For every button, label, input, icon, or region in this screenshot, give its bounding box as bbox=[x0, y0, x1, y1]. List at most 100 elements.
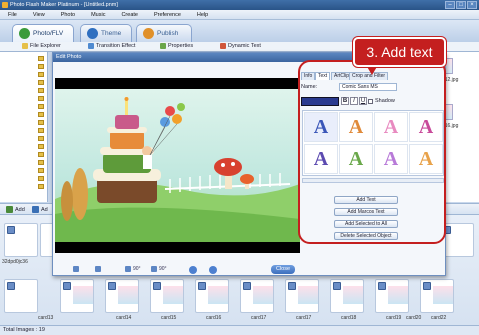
menu-create[interactable]: Create bbox=[113, 12, 146, 18]
label: File Explorer bbox=[30, 43, 61, 49]
tab-publish[interactable]: Publish bbox=[136, 24, 192, 42]
slide-label: card19 bbox=[386, 315, 402, 321]
folder-icon[interactable] bbox=[38, 144, 44, 149]
folder-icon[interactable] bbox=[38, 168, 44, 173]
label: Add bbox=[15, 206, 25, 213]
tab-label: Photo/FLV bbox=[33, 30, 64, 37]
slide-label: card20 bbox=[406, 315, 422, 321]
add-folder-icon bbox=[32, 206, 39, 213]
folder-icon[interactable] bbox=[38, 56, 44, 61]
slide-thumbnail bbox=[388, 286, 408, 304]
slide-cell[interactable] bbox=[195, 279, 229, 313]
slide-cell[interactable] bbox=[4, 279, 38, 313]
folder-icon[interactable] bbox=[38, 120, 44, 125]
folder-icon[interactable] bbox=[38, 104, 44, 109]
slide-type-icon bbox=[63, 282, 71, 290]
slide-cell[interactable] bbox=[420, 279, 454, 313]
close-icon[interactable]: × bbox=[467, 1, 477, 9]
label: 90° bbox=[133, 266, 141, 272]
slide-thumbnail bbox=[253, 286, 273, 304]
folder-icon[interactable] bbox=[38, 88, 44, 93]
slide-cell[interactable] bbox=[150, 279, 184, 313]
add-more-button[interactable]: Ad bbox=[32, 206, 48, 213]
next-button[interactable] bbox=[209, 266, 217, 274]
folder-icon[interactable] bbox=[38, 112, 44, 117]
slide-type-icon bbox=[423, 282, 431, 290]
photo-canvas[interactable] bbox=[55, 78, 300, 253]
folder-icon[interactable] bbox=[38, 176, 44, 181]
slide-type-icon bbox=[198, 282, 206, 290]
text-icon bbox=[220, 43, 226, 49]
folder-icon[interactable] bbox=[38, 96, 44, 101]
menu-bar: File View Photo Music Create Preference … bbox=[0, 10, 479, 20]
flip-vertical-icon bbox=[95, 266, 101, 272]
filmstrip-row-2: card13 card14 card15 card16 card17 card1… bbox=[0, 279, 479, 323]
rotate-left-button[interactable]: 90° bbox=[125, 266, 141, 272]
folder-icon[interactable] bbox=[38, 152, 44, 157]
slide-thumbnail bbox=[433, 286, 453, 304]
dynamic-text-button[interactable]: Dynamic Text bbox=[220, 43, 261, 49]
folder-icon[interactable] bbox=[38, 128, 44, 133]
annotation-callout: 3. Add text bbox=[353, 37, 446, 67]
previous-icon bbox=[189, 266, 197, 274]
photo-icon bbox=[19, 28, 30, 39]
maximize-icon[interactable]: □ bbox=[456, 1, 466, 9]
next-icon bbox=[209, 266, 217, 274]
add-button[interactable]: Add bbox=[6, 206, 25, 213]
slide-label: card16 bbox=[206, 315, 222, 321]
tab-theme[interactable]: Theme bbox=[80, 24, 132, 42]
menu-photo[interactable]: Photo bbox=[53, 12, 83, 18]
label: Transition Effect bbox=[96, 43, 136, 49]
slide-thumbnail bbox=[118, 286, 138, 304]
tab-photo-flv[interactable]: Photo/FLV bbox=[12, 24, 74, 42]
rotate-right-button[interactable]: 90° bbox=[151, 266, 167, 272]
label: 90° bbox=[159, 266, 167, 272]
slide-type-icon bbox=[108, 282, 116, 290]
folder-icon bbox=[22, 43, 28, 49]
slide-cell[interactable] bbox=[4, 223, 38, 257]
slide-thumbnail bbox=[163, 286, 183, 304]
transition-effect-button[interactable]: Transition Effect bbox=[88, 43, 135, 49]
slide-type-icon bbox=[153, 282, 161, 290]
label: Properties bbox=[168, 43, 194, 49]
slide-thumbnail bbox=[343, 286, 363, 304]
flip-vertical-button[interactable] bbox=[95, 266, 101, 272]
file-explorer-button[interactable]: File Explorer bbox=[22, 43, 61, 49]
slide-cell[interactable] bbox=[240, 279, 274, 313]
menu-help[interactable]: Help bbox=[189, 12, 216, 18]
slide-cell[interactable] bbox=[60, 279, 94, 313]
folder-icon[interactable] bbox=[38, 136, 44, 141]
tab-label: Theme bbox=[101, 30, 122, 37]
menu-view[interactable]: View bbox=[25, 12, 53, 18]
slide-thumbnail bbox=[208, 286, 228, 304]
folder-icon[interactable] bbox=[38, 184, 44, 189]
properties-button[interactable]: Properties bbox=[160, 43, 193, 49]
menu-music[interactable]: Music bbox=[83, 12, 113, 18]
slide-type-icon bbox=[7, 282, 15, 290]
window-title: Photo Flash Maker Platinum - [Untitled.p… bbox=[10, 2, 118, 8]
window-controls: – □ × bbox=[445, 1, 477, 9]
close-button[interactable]: Close bbox=[271, 265, 295, 274]
label: Ad bbox=[41, 206, 48, 213]
slide-label: card18 bbox=[341, 315, 357, 321]
slide-thumbnail bbox=[298, 286, 318, 304]
flip-horizontal-button[interactable] bbox=[73, 266, 79, 272]
folder-icon[interactable] bbox=[38, 80, 44, 85]
folder-tree[interactable] bbox=[0, 52, 48, 202]
folder-icon[interactable] bbox=[38, 160, 44, 165]
slide-cell[interactable] bbox=[375, 279, 409, 313]
folder-icon[interactable] bbox=[38, 72, 44, 77]
slide-thumbnail bbox=[73, 286, 93, 304]
tab-label: Publish bbox=[157, 30, 179, 37]
slide-cell[interactable] bbox=[330, 279, 364, 313]
slide-label: card14 bbox=[116, 315, 132, 321]
minimize-icon[interactable]: – bbox=[445, 1, 455, 9]
previous-button[interactable] bbox=[189, 266, 197, 274]
slide-cell[interactable] bbox=[105, 279, 139, 313]
folder-icon[interactable] bbox=[38, 64, 44, 69]
slide-cell[interactable] bbox=[285, 279, 319, 313]
menu-file[interactable]: File bbox=[0, 12, 25, 18]
annotation-highlight bbox=[298, 60, 446, 244]
menu-preference[interactable]: Preference bbox=[146, 12, 189, 18]
publish-icon bbox=[143, 28, 154, 39]
